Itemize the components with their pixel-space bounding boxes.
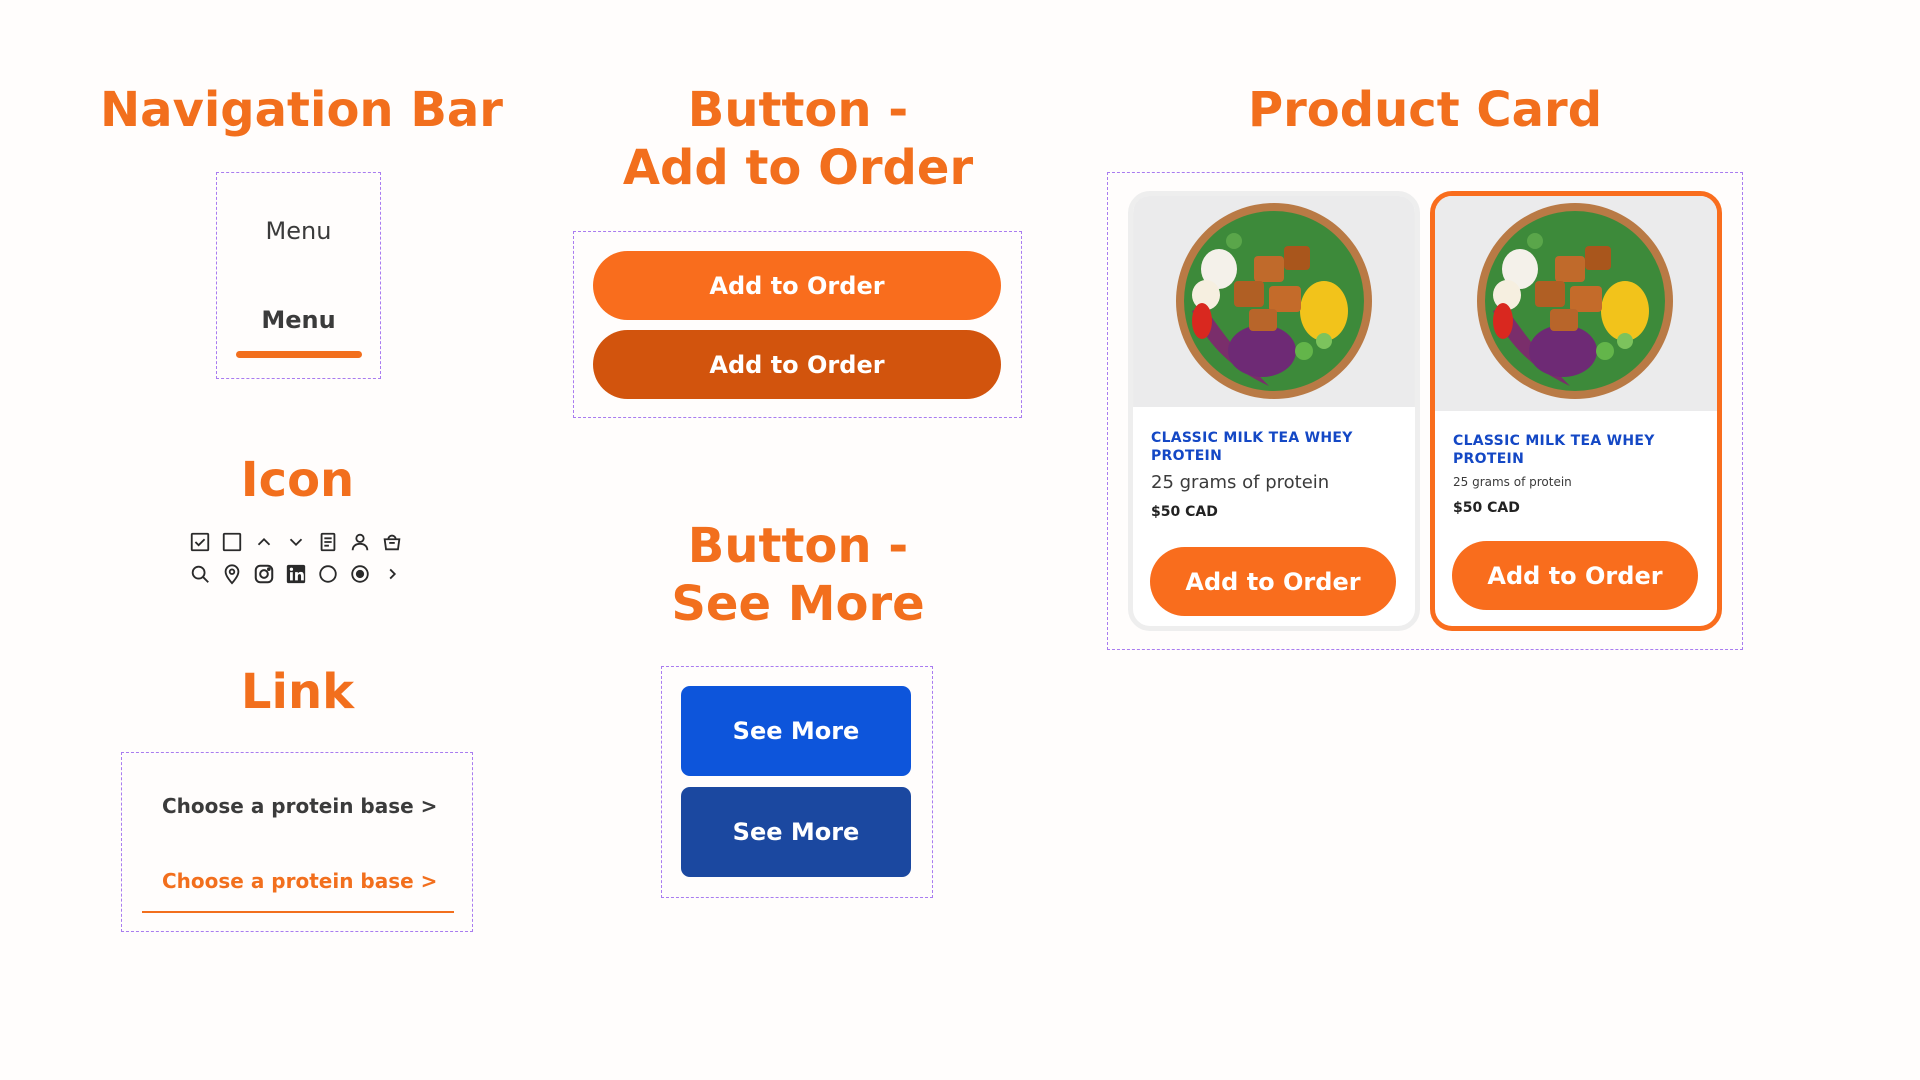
see-more-button-pressed[interactable]: See More bbox=[681, 787, 911, 877]
product-title: CLASSIC MILK TEA WHEY PROTEIN bbox=[1453, 433, 1655, 467]
link-demo-frame: Choose a protein base > Choose a protein… bbox=[121, 752, 473, 932]
nav-active-underline bbox=[236, 351, 362, 358]
radio-unselected-icon[interactable] bbox=[312, 558, 344, 590]
chevron-up-icon[interactable] bbox=[248, 526, 280, 558]
product-title: CLASSIC MILK TEA WHEY PROTEIN bbox=[1151, 430, 1353, 464]
see-more-heading-line1: Button - bbox=[687, 518, 909, 574]
add-order-heading-line1: Button - bbox=[687, 82, 909, 138]
location-pin-icon[interactable] bbox=[216, 558, 248, 590]
link-active[interactable]: Choose a protein base > bbox=[162, 869, 437, 893]
add-to-order-button[interactable]: Add to Order bbox=[593, 251, 1001, 320]
nav-demo-frame: Menu Menu bbox=[216, 172, 381, 379]
link-default[interactable]: Choose a protein base > bbox=[162, 794, 437, 818]
chevron-down-icon[interactable] bbox=[280, 526, 312, 558]
user-icon[interactable] bbox=[344, 526, 376, 558]
nav-menu-item-active[interactable]: Menu bbox=[217, 306, 380, 334]
salad-bowl-image bbox=[1134, 196, 1414, 407]
add-order-heading-line2: Add to Order bbox=[622, 139, 974, 196]
radio-selected-icon[interactable] bbox=[344, 558, 376, 590]
nav-section-heading: Navigation Bar bbox=[100, 82, 503, 138]
link-section-heading: Link bbox=[240, 664, 355, 720]
product-image bbox=[1435, 196, 1717, 411]
add-to-order-button-pressed[interactable]: Add to Order bbox=[593, 330, 1001, 399]
checkbox-icon[interactable] bbox=[216, 526, 248, 558]
shopping-bag-icon[interactable] bbox=[376, 526, 408, 558]
see-more-heading-line2: See More bbox=[671, 575, 925, 632]
document-icon[interactable] bbox=[312, 526, 344, 558]
link-active-underline bbox=[142, 911, 454, 913]
add-order-demo-frame: Add to Order Add to Order bbox=[573, 231, 1022, 418]
icon-set bbox=[184, 526, 408, 590]
chevron-right-icon[interactable] bbox=[376, 558, 408, 590]
product-card-active[interactable]: CLASSIC MILK TEA WHEY PROTEIN 25 grams o… bbox=[1430, 191, 1722, 631]
nav-menu-item-default[interactable]: Menu bbox=[217, 217, 380, 245]
product-card[interactable]: CLASSIC MILK TEA WHEY PROTEIN 25 grams o… bbox=[1128, 191, 1420, 631]
checkbox-checked-icon[interactable] bbox=[184, 526, 216, 558]
product-price: $50 CAD bbox=[1453, 500, 1520, 516]
product-subtitle: 25 grams of protein bbox=[1151, 472, 1330, 493]
product-card-demo-frame: CLASSIC MILK TEA WHEY PROTEIN 25 grams o… bbox=[1107, 172, 1743, 650]
instagram-icon[interactable] bbox=[248, 558, 280, 590]
see-more-section-heading: Button - See More bbox=[598, 518, 998, 633]
product-subtitle: 25 grams of protein bbox=[1453, 475, 1572, 489]
product-image bbox=[1133, 196, 1415, 407]
icon-section-heading: Icon bbox=[240, 452, 355, 508]
card-add-to-order-button[interactable]: Add to Order bbox=[1452, 541, 1698, 610]
search-icon[interactable] bbox=[184, 558, 216, 590]
see-more-demo-frame: See More See More bbox=[661, 666, 933, 898]
product-price: $50 CAD bbox=[1151, 504, 1218, 520]
product-card-section-heading: Product Card bbox=[1247, 82, 1603, 138]
salad-bowl-image bbox=[1435, 196, 1717, 411]
linkedin-icon[interactable] bbox=[280, 558, 312, 590]
card-add-to-order-button[interactable]: Add to Order bbox=[1150, 547, 1396, 616]
add-order-section-heading: Button - Add to Order bbox=[598, 82, 998, 197]
see-more-button[interactable]: See More bbox=[681, 686, 911, 776]
